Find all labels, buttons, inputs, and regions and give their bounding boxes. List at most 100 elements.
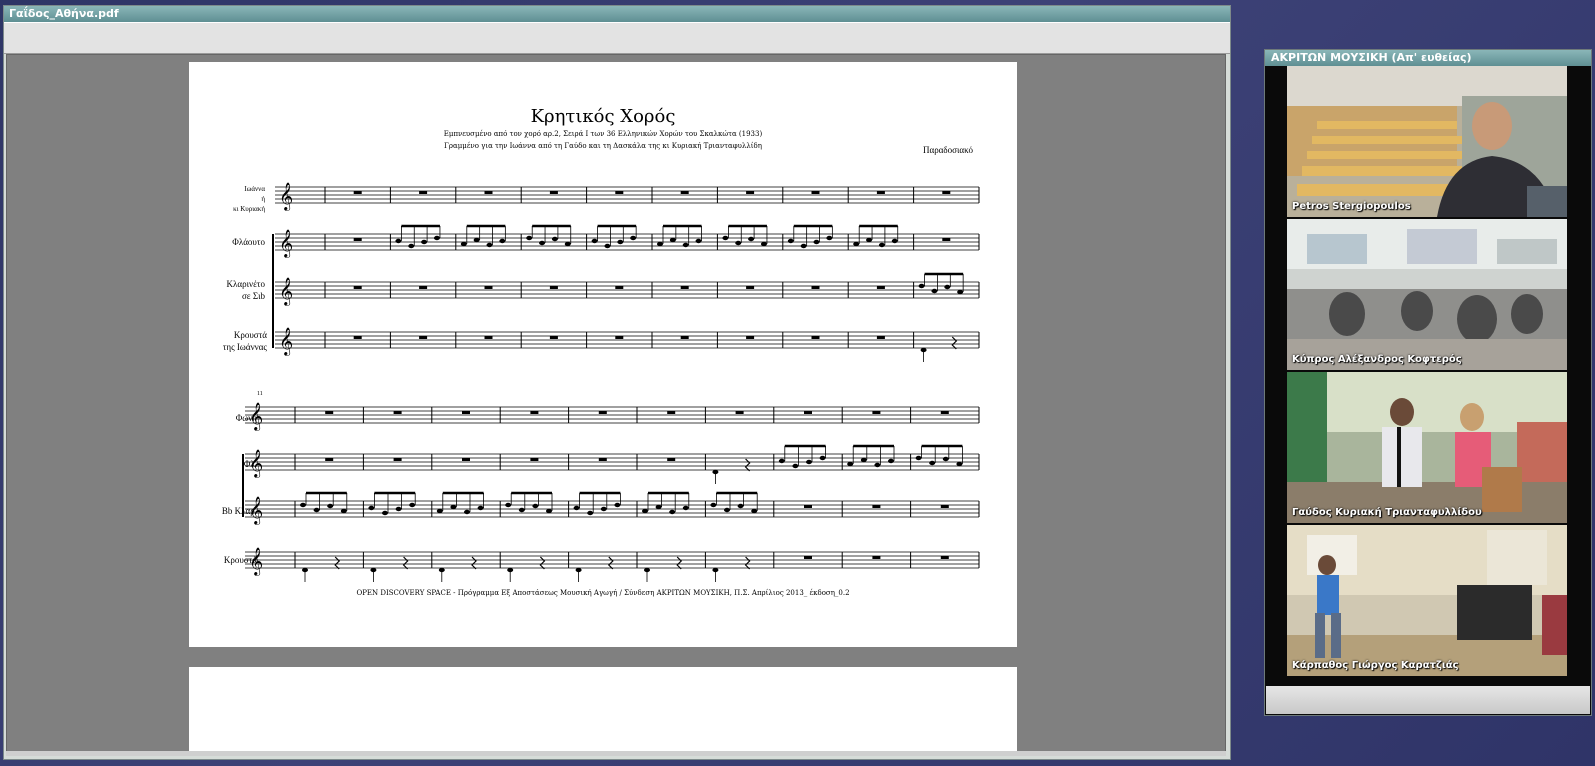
note-head (813, 239, 820, 245)
participant-name-1: Petros Stergiopoulos (1292, 201, 1411, 212)
horizontal-scrollbar[interactable] (6, 751, 1226, 756)
note-head (313, 507, 320, 513)
note-head (929, 460, 936, 466)
quarter-rest (334, 556, 341, 570)
treble-clef: 𝄞 (249, 547, 263, 576)
whole-rest (942, 238, 951, 241)
note-head (800, 243, 807, 249)
note-head (655, 504, 662, 510)
note-head (695, 238, 702, 244)
video-window-footer (1266, 686, 1590, 714)
video-window-title[interactable]: ΑΚΡΙΤΩΝ ΜΟΥΣΙΚΗ (Απ' ευθείας) (1265, 50, 1591, 66)
participant-name-4: Κάρπαθος Γιώργος Καρατζιάς (1292, 660, 1459, 671)
whole-rest (667, 411, 676, 414)
note-head (891, 238, 898, 244)
quarter-rest (471, 556, 477, 570)
whole-rest (353, 286, 362, 289)
treble-clef: 𝄞 (279, 182, 293, 211)
note-head (806, 459, 812, 465)
whole-rest (746, 286, 755, 289)
note-head (604, 243, 611, 249)
note-head (931, 288, 938, 294)
note-head (600, 506, 607, 512)
note-head (630, 235, 637, 241)
whole-rest (804, 556, 812, 559)
note-head (591, 238, 598, 244)
score-footer: OPEN DISCOVERY SPACE - Πρόγραμμα Εξ Αποσ… (356, 589, 850, 597)
quarter-rest (744, 458, 751, 472)
note-head (957, 289, 964, 295)
note-head (874, 462, 881, 468)
whole-rest (680, 191, 689, 194)
note-head (888, 458, 894, 464)
video-tile-4[interactable]: Κάρπαθος Γιώργος Καρατζιάς (1287, 525, 1567, 676)
note-head (748, 236, 755, 242)
whole-rest (530, 411, 539, 414)
note-head (477, 505, 484, 511)
note-head (518, 507, 525, 513)
note-head (532, 503, 539, 509)
whole-rest (615, 336, 624, 339)
note-head (918, 283, 925, 289)
note-head (617, 239, 624, 245)
whole-rest (419, 191, 428, 194)
video-tile-2[interactable]: Κύπρος Αλέξανδρος Κοφτερός (1287, 219, 1567, 370)
note-head (464, 509, 470, 515)
note-head (587, 510, 594, 516)
video-tile-3[interactable]: Γαύδος Κυριακή Τριανταφυλλίδου (1287, 372, 1567, 523)
whole-rest (804, 411, 812, 414)
note-head (942, 456, 949, 462)
whole-rest (667, 458, 676, 461)
pdf-page-area[interactable]: Κρητικός Χορός Εμπνευσμένο από τον χορό … (6, 54, 1226, 752)
treble-clef: 𝄞 (249, 402, 263, 431)
whole-rest (876, 191, 885, 194)
video-feed-hall (1287, 525, 1567, 676)
whole-rest (484, 191, 493, 194)
note-head (436, 508, 443, 514)
note-head (669, 237, 676, 243)
whole-rest (325, 458, 334, 461)
whole-rest (876, 336, 885, 339)
note-head (300, 502, 306, 508)
whole-rest (462, 458, 470, 461)
whole-rest (940, 411, 949, 414)
treble-clef: 𝄞 (249, 496, 263, 525)
whole-rest (811, 286, 820, 289)
note-head (368, 505, 375, 511)
whole-rest (872, 505, 881, 508)
note-head (382, 510, 388, 516)
quarter-rest (539, 556, 546, 570)
note-head (878, 242, 885, 248)
note-head (724, 507, 730, 513)
note-head (657, 241, 663, 247)
note-head (505, 502, 512, 508)
note-head (499, 238, 506, 244)
note-head (421, 239, 428, 245)
note-head (710, 502, 717, 508)
pdf-window-title[interactable]: Γαΐδος_Αθήνα.pdf (4, 6, 1230, 22)
note-head (915, 455, 922, 461)
treble-clef: 𝄞 (249, 449, 263, 478)
note-head (642, 508, 648, 514)
note-head (778, 458, 785, 464)
note-head (751, 508, 758, 514)
video-tile-1[interactable]: Petros Stergiopoulos (1287, 66, 1567, 217)
whole-rest (940, 505, 949, 508)
whole-rest (484, 336, 493, 339)
note-head (573, 505, 580, 511)
whole-rest (735, 411, 744, 414)
note-head (760, 241, 767, 247)
whole-rest (598, 458, 607, 461)
whole-rest (872, 411, 881, 414)
whole-rest (462, 411, 470, 414)
note-head (526, 235, 533, 241)
whole-rest (615, 191, 624, 194)
whole-rest (353, 191, 362, 194)
note-head (473, 237, 480, 243)
note-head (735, 240, 742, 246)
note-head (450, 504, 457, 510)
whole-rest (598, 411, 607, 414)
whole-rest (872, 556, 881, 559)
note-head (682, 505, 689, 511)
whole-rest (325, 411, 334, 414)
